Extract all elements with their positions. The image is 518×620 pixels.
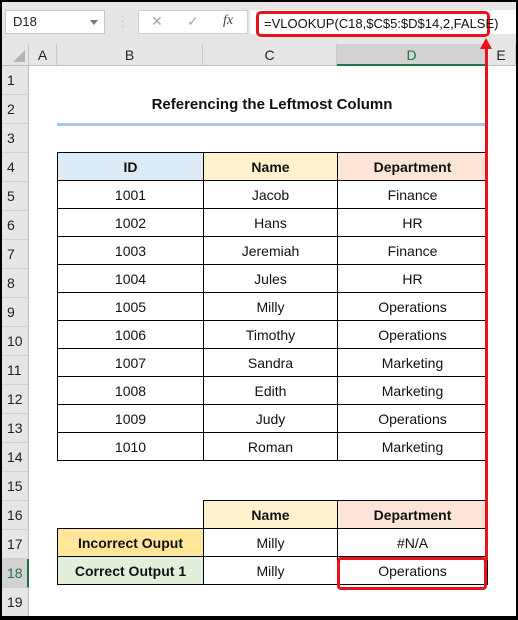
output-header-department[interactable]: Department — [337, 500, 488, 529]
cell-name[interactable]: Judy — [203, 404, 338, 433]
row-header-5[interactable]: 5 — [2, 182, 29, 211]
cell-id[interactable]: 1009 — [57, 404, 204, 433]
row-header-4[interactable]: 4 — [2, 153, 29, 182]
output-row-incorrect: Incorrect Ouput Milly #N/A — [57, 528, 488, 557]
column-header-b[interactable]: B — [57, 44, 203, 66]
table-row: 1007 Sandra Marketing — [57, 348, 488, 377]
table-row: 1002 Hans HR — [57, 208, 488, 237]
employee-table: ID Name Department 1001 Jacob Finance 1002 H… — [57, 152, 488, 461]
cell-department[interactable]: Marketing — [337, 432, 488, 461]
select-all-button[interactable] — [2, 44, 29, 66]
row-header-10[interactable]: 10 — [2, 327, 29, 356]
row-header-16[interactable]: 16 — [2, 501, 29, 530]
header-id[interactable]: ID — [57, 152, 204, 181]
table-row: 1006 Timothy Operations — [57, 320, 488, 349]
blank-cell[interactable] — [58, 501, 204, 529]
cell-id[interactable]: 1002 — [57, 208, 204, 237]
header-department[interactable]: Department — [337, 152, 488, 181]
row-header-2[interactable]: 2 — [2, 95, 29, 124]
output-header-row: Name Department — [58, 500, 488, 529]
annotation-arrow-line — [485, 46, 488, 560]
cell-name[interactable]: Sandra — [203, 348, 338, 377]
row-header-12[interactable]: 12 — [2, 385, 29, 414]
table-row: 1010 Roman Marketing — [57, 432, 488, 461]
cell-id[interactable]: 1007 — [57, 348, 204, 377]
correct-output-name[interactable]: Milly — [203, 556, 338, 585]
column-header-a[interactable]: A — [29, 44, 57, 66]
cell-name[interactable]: Hans — [203, 208, 338, 237]
cell-id[interactable]: 1005 — [57, 292, 204, 321]
cell-name[interactable]: Edith — [203, 376, 338, 405]
cell-department[interactable]: Operations — [337, 292, 488, 321]
row-header-3[interactable]: 3 — [2, 124, 29, 153]
row-header-6[interactable]: 6 — [2, 211, 29, 240]
header-name[interactable]: Name — [203, 152, 338, 181]
insert-function-icon[interactable]: fx — [223, 13, 233, 29]
cell-id[interactable]: 1004 — [57, 264, 204, 293]
cell-id[interactable]: 1001 — [57, 180, 204, 209]
cell-name[interactable]: Jeremiah — [203, 236, 338, 265]
incorrect-output-name[interactable]: Milly — [203, 528, 338, 557]
cell-department[interactable]: Operations — [337, 404, 488, 433]
row-header-15[interactable]: 15 — [2, 472, 29, 501]
sheet-title: Referencing the Leftmost Column — [151, 96, 393, 113]
row-header-17[interactable]: 17 — [2, 530, 29, 559]
arrow-up-icon — [480, 38, 492, 49]
cell-name[interactable]: Milly — [203, 292, 338, 321]
row-header-18[interactable]: 18 — [2, 559, 29, 588]
formula-input[interactable]: =VLOOKUP(C18,$C$5:$D$14,2,FALSE) — [256, 11, 498, 37]
drag-handle-icon[interactable]: · · · — [121, 12, 124, 32]
row-header-7[interactable]: 7 — [2, 240, 29, 269]
formula-buttons: ✕ ✓ fx — [138, 10, 248, 34]
cell-department[interactable]: Marketing — [337, 348, 488, 377]
enter-icon[interactable]: ✓ — [187, 13, 199, 30]
row-header-11[interactable]: 11 — [2, 356, 29, 385]
row-header-8[interactable]: 8 — [2, 269, 29, 298]
correct-output-label[interactable]: Correct Output 1 — [57, 556, 204, 585]
row-header-1[interactable]: 1 — [2, 66, 29, 95]
table-header-row: ID Name Department — [57, 152, 488, 181]
cell-department[interactable]: Marketing — [337, 376, 488, 405]
cell-id[interactable]: 1006 — [57, 320, 204, 349]
chevron-down-icon[interactable] — [90, 20, 98, 25]
output-header-name[interactable]: Name — [203, 500, 338, 529]
cell-department[interactable]: Finance — [337, 180, 488, 209]
table-row: 1005 Milly Operations — [57, 292, 488, 321]
table-row: 1009 Judy Operations — [57, 404, 488, 433]
cell-name[interactable]: Roman — [203, 432, 338, 461]
cell-id[interactable]: 1008 — [57, 376, 204, 405]
cell-id[interactable]: 1003 — [57, 236, 204, 265]
selected-cell-highlight — [337, 557, 487, 590]
column-header-d[interactable]: D — [337, 44, 487, 66]
incorrect-output-department[interactable]: #N/A — [337, 528, 488, 557]
excel-window: D18 · · · ✕ ✓ fx =VLOOKUP(C18,$C$5:$D$14,2… — [2, 2, 516, 616]
cell-name[interactable]: Jacob — [203, 180, 338, 209]
cancel-icon[interactable]: ✕ — [151, 13, 163, 30]
table-row: 1004 Jules HR — [57, 264, 488, 293]
cell-department[interactable]: HR — [337, 264, 488, 293]
row-header-19[interactable]: 19 — [2, 588, 29, 616]
cell-name[interactable]: Timothy — [203, 320, 338, 349]
select-all-icon — [13, 50, 25, 62]
name-box-value: D18 — [13, 14, 37, 29]
cell-department[interactable]: Operations — [337, 320, 488, 349]
incorrect-output-label[interactable]: Incorrect Ouput — [57, 528, 204, 557]
cell-id[interactable]: 1010 — [57, 432, 204, 461]
column-header-c[interactable]: C — [203, 44, 337, 66]
row-header-14[interactable]: 14 — [2, 443, 29, 472]
row-header-13[interactable]: 13 — [2, 414, 29, 443]
row-header-9[interactable]: 9 — [2, 298, 29, 327]
cell-department[interactable]: Finance — [337, 236, 488, 265]
table-row: 1001 Jacob Finance — [57, 180, 488, 209]
name-box[interactable]: D18 — [5, 10, 105, 34]
table-row: 1003 Jeremiah Finance — [57, 236, 488, 265]
table-row: 1008 Edith Marketing — [57, 376, 488, 405]
cell-department[interactable]: HR — [337, 208, 488, 237]
title-underline — [57, 123, 487, 126]
cell-name[interactable]: Jules — [203, 264, 338, 293]
